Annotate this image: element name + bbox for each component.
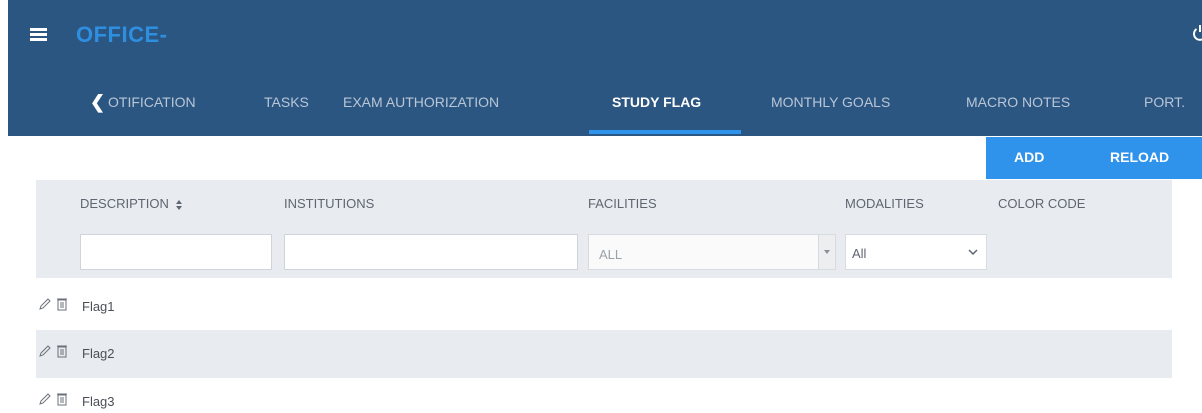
- column-description-label: DESCRIPTION: [80, 196, 169, 211]
- tab-notification[interactable]: OTIFICATION: [108, 94, 196, 110]
- tab-study-flag[interactable]: STUDY FLAG: [612, 94, 701, 110]
- column-facilities[interactable]: FACILITIES: [588, 196, 657, 211]
- modalities-filter-value: All: [852, 246, 867, 261]
- facilities-filter-select[interactable]: ALL: [588, 234, 836, 270]
- row-description: Flag3: [82, 394, 115, 409]
- edit-pencil-icon[interactable]: [38, 392, 52, 411]
- top-bar: OFFICE- ❮ OTIFICATION TASKS EXAM AUTHORI…: [8, 0, 1202, 136]
- tab-bar: ❮ OTIFICATION TASKS EXAM AUTHORIZATION S…: [8, 82, 1202, 136]
- sort-icon[interactable]: [175, 199, 183, 211]
- tab-port[interactable]: PORT.: [1144, 94, 1185, 110]
- modalities-filter-select[interactable]: All: [845, 234, 987, 270]
- delete-trash-icon[interactable]: [56, 344, 68, 363]
- grid-header: DESCRIPTION INSTITUTIONS FACILITIES MODA…: [36, 180, 1172, 278]
- add-button[interactable]: ADD: [1014, 149, 1044, 165]
- table-row: Flag3: [36, 378, 1172, 413]
- column-institutions[interactable]: INSTITUTIONS: [284, 196, 374, 211]
- edit-pencil-icon[interactable]: [38, 297, 52, 316]
- chevron-down-icon[interactable]: [968, 248, 978, 256]
- action-bar: ADD RELOAD: [986, 137, 1202, 179]
- facilities-filter-value: ALL: [599, 247, 623, 262]
- column-color-code[interactable]: COLOR CODE: [998, 196, 1085, 211]
- active-tab-indicator: [589, 130, 741, 134]
- app-title: OFFICE-: [76, 22, 168, 47]
- table-row: Flag2: [36, 330, 1172, 378]
- reload-button[interactable]: RELOAD: [1110, 149, 1169, 165]
- column-modalities[interactable]: MODALITIES: [845, 196, 924, 211]
- table-row: Flag1: [36, 283, 1172, 331]
- description-filter-input[interactable]: [80, 234, 272, 270]
- institutions-filter-input[interactable]: [284, 234, 578, 270]
- hamburger-icon[interactable]: [30, 28, 47, 42]
- tab-exam-authorization[interactable]: EXAM AUTHORIZATION: [343, 94, 499, 110]
- row-description: Flag2: [82, 346, 115, 361]
- row-description: Flag1: [82, 299, 115, 314]
- facilities-dropdown-arrow-icon[interactable]: [818, 235, 835, 269]
- power-icon[interactable]: [1192, 24, 1202, 42]
- tab-tasks[interactable]: TASKS: [264, 94, 309, 110]
- column-description[interactable]: DESCRIPTION: [80, 196, 183, 211]
- delete-trash-icon[interactable]: [56, 392, 68, 411]
- tabs-prev-chevron-icon[interactable]: ❮: [90, 92, 105, 113]
- tab-macro-notes[interactable]: MACRO NOTES: [966, 94, 1070, 110]
- edit-pencil-icon[interactable]: [38, 344, 52, 363]
- delete-trash-icon[interactable]: [56, 297, 68, 316]
- tab-monthly-goals[interactable]: MONTHLY GOALS: [771, 94, 890, 110]
